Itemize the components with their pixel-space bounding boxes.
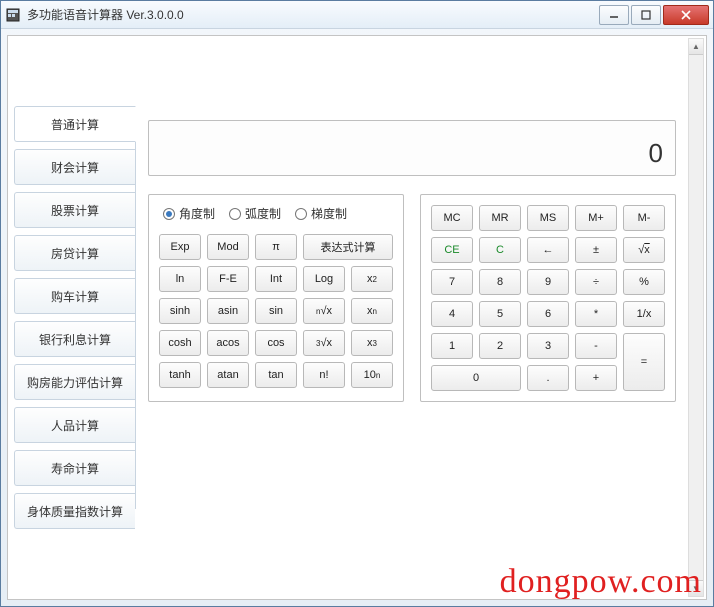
radio-icon [229,208,241,220]
num-btn-CE[interactable]: CE [431,237,473,263]
angle-mode-2[interactable]: 梯度制 [295,205,347,222]
num-btn-÷[interactable]: ÷ [575,269,617,295]
num-btn-6[interactable]: 6 [527,301,569,327]
sci-btn-ⁿ√x[interactable]: n√x [303,298,345,324]
sci-btn-Mod[interactable]: Mod [207,234,249,260]
num-btn-.[interactable]: . [527,365,569,391]
sci-btn-Log[interactable]: Log [303,266,345,292]
side-tabs: 普通计算财会计算股票计算房贷计算购车计算银行利息计算购房能力评估计算人品计算寿命… [8,36,135,599]
sci-btn-π[interactable]: π [255,234,297,260]
sci-btn-ln[interactable]: ln [159,266,201,292]
close-button[interactable] [663,5,709,25]
num-btn-1[interactable]: 1 [431,333,473,359]
num-btn-4[interactable]: 4 [431,301,473,327]
scientific-panel: 角度制弧度制梯度制 ExpModπ表达式计算lnF-EIntLogx2sinha… [148,194,404,402]
sci-btn-cos[interactable]: cos [255,330,297,356]
sci-btn-tan[interactable]: tan [255,362,297,388]
sci-btn-Int[interactable]: Int [255,266,297,292]
num-btn-5[interactable]: 5 [479,301,521,327]
sci-btn-tanh[interactable]: tanh [159,362,201,388]
titlebar: 多功能语音计算器 Ver.3.0.0.0 [1,1,713,29]
inner-frame: 普通计算财会计算股票计算房贷计算购车计算银行利息计算购房能力评估计算人品计算寿命… [7,35,707,600]
sci-btn-x³[interactable]: x3 [351,330,393,356]
num-btn-MS[interactable]: MS [527,205,569,231]
num-btn-8[interactable]: 8 [479,269,521,295]
num-btn-1/x[interactable]: 1/x [623,301,665,327]
num-btn-MC[interactable]: MC [431,205,473,231]
scroll-up-icon[interactable]: ▲ [689,39,703,55]
scientific-grid: ExpModπ表达式计算 lnF-EIntLogx2 sinhasinsinn√xx… [159,234,393,388]
num-btn-←[interactable]: ← [527,237,569,263]
sci-btn-x²[interactable]: x2 [351,266,393,292]
num-btn-2[interactable]: 2 [479,333,521,359]
num-btn-M+[interactable]: M+ [575,205,617,231]
calc-display: 0 [148,120,676,176]
tab-0[interactable]: 普通计算 [14,106,136,142]
tab-5[interactable]: 银行利息计算 [14,321,135,357]
radio-label: 梯度制 [311,205,347,222]
minimize-button[interactable] [599,5,629,25]
sci-btn-10ⁿ[interactable]: 10n [351,362,393,388]
sci-btn-³√x[interactable]: 3√x [303,330,345,356]
num-btn-M-[interactable]: M- [623,205,665,231]
sci-btn-cosh[interactable]: cosh [159,330,201,356]
radio-label: 弧度制 [245,205,281,222]
maximize-button[interactable] [631,5,661,25]
num-btn--[interactable]: - [575,333,617,359]
radio-icon [295,208,307,220]
radio-label: 角度制 [179,205,215,222]
sci-btn-atan[interactable]: atan [207,362,249,388]
numeric-grid: MCMRMSM+M- CEC←±√x 789÷% 456*1/x 123-= 0.+ [431,205,665,391]
num-btn-=[interactable]: = [623,333,665,391]
sci-btn-asin[interactable]: asin [207,298,249,324]
num-btn-7[interactable]: 7 [431,269,473,295]
num-btn-√x[interactable]: √x [623,237,665,263]
sci-btn-F-E[interactable]: F-E [207,266,249,292]
radio-icon [163,208,175,220]
num-btn-C[interactable]: C [479,237,521,263]
app-window: 多功能语音计算器 Ver.3.0.0.0 普通计算财会计算股票计算房贷计算购车计… [0,0,714,607]
num-btn-±[interactable]: ± [575,237,617,263]
tab-4[interactable]: 购车计算 [14,278,135,314]
client-area: 普通计算财会计算股票计算房贷计算购车计算银行利息计算购房能力评估计算人品计算寿命… [1,29,713,606]
window-title: 多功能语音计算器 Ver.3.0.0.0 [27,6,597,23]
angle-mode-row: 角度制 弧度制 梯度制 [159,205,393,222]
app-icon [5,7,21,23]
sci-btn-acos[interactable]: acos [207,330,249,356]
sci-btn-xⁿ[interactable]: xn [351,298,393,324]
sci-btn-Exp[interactable]: Exp [159,234,201,260]
numeric-panel: MCMRMSM+M- CEC←±√x 789÷% 456*1/x 123-= 0.+ [420,194,676,402]
angle-mode-1[interactable]: 弧度制 [229,205,281,222]
tab-9[interactable]: 身体质量指数计算 [14,493,135,529]
vertical-scrollbar[interactable]: ▲ ▼ [688,38,704,597]
tab-1[interactable]: 财会计算 [14,149,135,185]
scroll-down-icon[interactable]: ▼ [689,580,703,596]
calculator-panel: 0 角度制 弧度制 梯度制 ExpModπ表达式计算 lnF-EIntLogx2 sin… [135,106,688,509]
tab-6[interactable]: 购房能力评估计算 [14,364,135,400]
tab-8[interactable]: 寿命计算 [14,450,135,486]
sci-btn-sin[interactable]: sin [255,298,297,324]
angle-mode-0[interactable]: 角度制 [163,205,215,222]
sci-btn-表达式计算[interactable]: 表达式计算 [303,234,393,260]
sci-btn-sinh[interactable]: sinh [159,298,201,324]
tab-3[interactable]: 房贷计算 [14,235,135,271]
num-btn-9[interactable]: 9 [527,269,569,295]
tab-7[interactable]: 人品计算 [14,407,135,443]
sci-btn-n![interactable]: n! [303,362,345,388]
num-btn-MR[interactable]: MR [479,205,521,231]
num-btn-*[interactable]: * [575,301,617,327]
tab-2[interactable]: 股票计算 [14,192,135,228]
num-btn-0[interactable]: 0 [431,365,521,391]
num-btn-3[interactable]: 3 [527,333,569,359]
num-btn-+[interactable]: + [575,365,617,391]
num-btn-%[interactable]: % [623,269,665,295]
